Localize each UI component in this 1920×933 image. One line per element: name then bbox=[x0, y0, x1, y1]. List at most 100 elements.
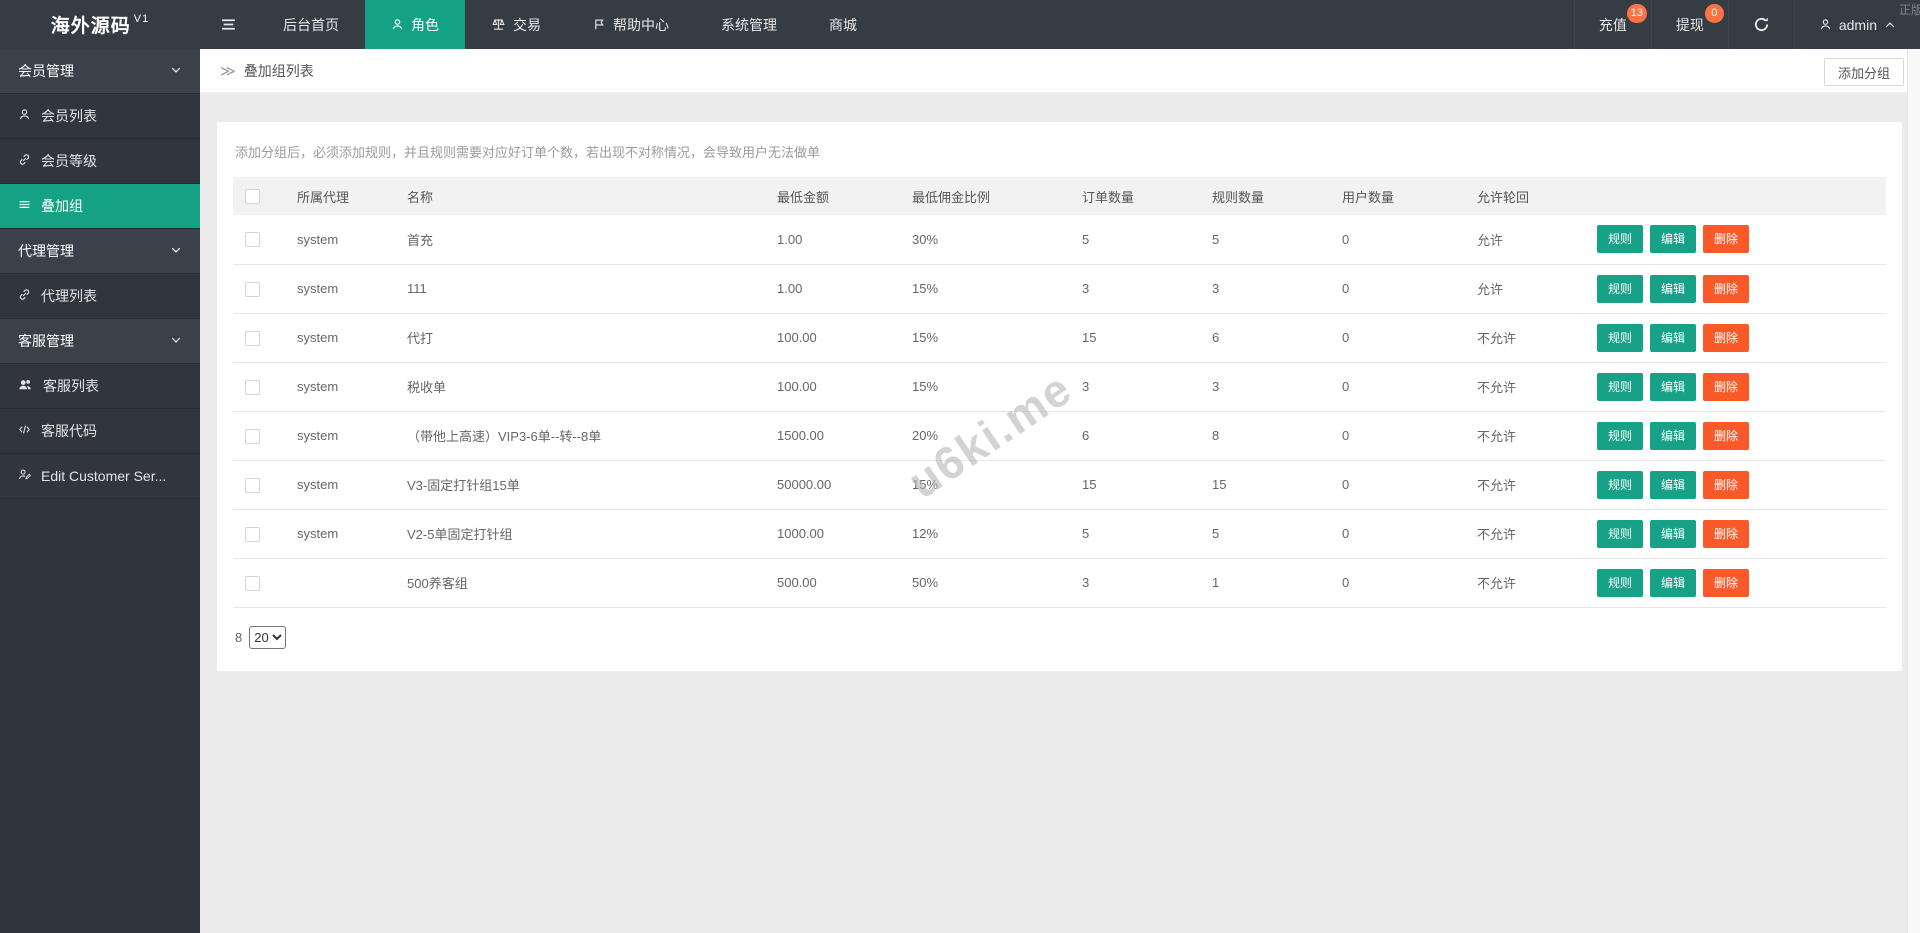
cell-commission: 15% bbox=[902, 313, 1072, 362]
nav-item-1[interactable]: 后台首页 bbox=[257, 0, 365, 49]
edit-button[interactable]: 编辑 bbox=[1650, 225, 1696, 253]
navbar-right: 充值 13 提现 0 admin bbox=[1574, 0, 1920, 49]
rule-button[interactable]: 规则 bbox=[1597, 324, 1643, 352]
table-row: systemV3-固定打针组15单50000.0015%15150不允许规则编辑… bbox=[233, 460, 1886, 509]
cell-rules: 3 bbox=[1202, 362, 1332, 411]
nav-item-3[interactable]: 交易 bbox=[465, 0, 567, 49]
sidebar-toggle-button[interactable] bbox=[200, 0, 257, 49]
refresh-button[interactable] bbox=[1728, 0, 1794, 49]
edit-button[interactable]: 编辑 bbox=[1650, 520, 1696, 548]
cell-loop: 不允许 bbox=[1467, 509, 1587, 558]
nav-item-label: 交易 bbox=[513, 15, 541, 35]
cell-rules: 5 bbox=[1202, 509, 1332, 558]
table-row: system（带他上高速）VIP3-6单--转--8单1500.0020%680… bbox=[233, 411, 1886, 460]
table-row: 500养客组500.0050%310不允许规则编辑删除 bbox=[233, 558, 1886, 607]
cell-orders: 5 bbox=[1072, 215, 1202, 264]
cell-agent bbox=[287, 558, 397, 607]
row-checkbox[interactable] bbox=[245, 576, 260, 591]
delete-button[interactable]: 删除 bbox=[1703, 373, 1749, 401]
rule-button[interactable]: 规则 bbox=[1597, 373, 1643, 401]
sidebar-item-8[interactable]: 客服列表 bbox=[0, 364, 200, 409]
sidebar-group-label: 代理管理 bbox=[18, 241, 74, 261]
withdraw-label: 提现 bbox=[1676, 15, 1704, 35]
main-content: ≫ 叠加组列表 添加分组 添加分组后，必须添加规则，并且规则需要对应好订单个数，… bbox=[200, 49, 1920, 933]
row-checkbox[interactable] bbox=[245, 527, 260, 542]
edit-button[interactable]: 编辑 bbox=[1650, 471, 1696, 499]
edit-button[interactable]: 编辑 bbox=[1650, 373, 1696, 401]
cell-name: V2-5单固定打针组 bbox=[397, 509, 767, 558]
app-logo-text: 海外源码 bbox=[51, 11, 131, 38]
rule-button[interactable]: 规则 bbox=[1597, 275, 1643, 303]
sidebar-item-6[interactable]: 代理列表 bbox=[0, 274, 200, 319]
nav-item-label: 后台首页 bbox=[283, 15, 339, 35]
nav-item-6[interactable]: 商城 bbox=[803, 0, 883, 49]
sidebar-item-2[interactable]: 会员列表 bbox=[0, 94, 200, 139]
sidebar-item-10[interactable]: Edit Customer Ser... bbox=[0, 454, 200, 499]
rule-button[interactable]: 规则 bbox=[1597, 422, 1643, 450]
delete-button[interactable]: 删除 bbox=[1703, 422, 1749, 450]
rule-button[interactable]: 规则 bbox=[1597, 471, 1643, 499]
table-row: systemV2-5单固定打针组1000.0012%550不允许规则编辑删除 bbox=[233, 509, 1886, 558]
delete-button[interactable]: 删除 bbox=[1703, 275, 1749, 303]
row-checkbox[interactable] bbox=[245, 282, 260, 297]
cell-users: 0 bbox=[1332, 558, 1467, 607]
recharge-button[interactable]: 充值 13 bbox=[1574, 0, 1651, 49]
delete-button[interactable]: 删除 bbox=[1703, 324, 1749, 352]
edit-button[interactable]: 编辑 bbox=[1650, 275, 1696, 303]
table-row: system1111.0015%330允许规则编辑删除 bbox=[233, 264, 1886, 313]
cell-commission: 15% bbox=[902, 460, 1072, 509]
sidebar-group-1[interactable]: 会员管理 bbox=[0, 49, 200, 94]
nav-item-4[interactable]: 帮助中心 bbox=[567, 0, 695, 49]
cell-min-amount: 50000.00 bbox=[767, 460, 902, 509]
cell-name: 首充 bbox=[397, 215, 767, 264]
cell-min-amount: 100.00 bbox=[767, 313, 902, 362]
row-checkbox[interactable] bbox=[245, 380, 260, 395]
page-size-select[interactable]: 20 bbox=[249, 626, 286, 649]
sidebar-group-7[interactable]: 客服管理 bbox=[0, 319, 200, 364]
row-checkbox[interactable] bbox=[245, 331, 260, 346]
delete-button[interactable]: 删除 bbox=[1703, 569, 1749, 597]
add-group-button[interactable]: 添加分组 bbox=[1824, 58, 1904, 86]
delete-button[interactable]: 删除 bbox=[1703, 471, 1749, 499]
sidebar-group-5[interactable]: 代理管理 bbox=[0, 229, 200, 274]
row-checkbox[interactable] bbox=[245, 232, 260, 247]
cell-name: V3-固定打针组15单 bbox=[397, 460, 767, 509]
withdraw-button[interactable]: 提现 0 bbox=[1651, 0, 1728, 49]
cell-users: 0 bbox=[1332, 313, 1467, 362]
sidebar-item-3[interactable]: 会员等级 bbox=[0, 139, 200, 184]
delete-button[interactable]: 删除 bbox=[1703, 520, 1749, 548]
sidebar-group-label: 会员管理 bbox=[18, 61, 74, 81]
sidebar-item-9[interactable]: 客服代码 bbox=[0, 409, 200, 454]
column-header: 规则数量 bbox=[1202, 177, 1332, 215]
cell-orders: 3 bbox=[1072, 264, 1202, 313]
sidebar-item-label: 代理列表 bbox=[41, 286, 97, 306]
rule-button[interactable]: 规则 bbox=[1597, 569, 1643, 597]
select-all-checkbox[interactable] bbox=[245, 189, 260, 204]
sidebar-item-label: 会员等级 bbox=[41, 151, 97, 171]
cell-loop: 不允许 bbox=[1467, 411, 1587, 460]
link-icon bbox=[18, 153, 31, 169]
hint-text: 添加分组后，必须添加规则，并且规则需要对应好订单个数，若出现不对称情况，会导致用… bbox=[233, 136, 1886, 177]
sidebar-item-4[interactable]: 叠加组 bbox=[0, 184, 200, 229]
edit-button[interactable]: 编辑 bbox=[1650, 569, 1696, 597]
rule-button[interactable]: 规则 bbox=[1597, 225, 1643, 253]
cell-orders: 5 bbox=[1072, 509, 1202, 558]
row-checkbox[interactable] bbox=[245, 429, 260, 444]
nav-item-2[interactable]: 角色 bbox=[365, 0, 465, 49]
username: admin bbox=[1839, 17, 1877, 33]
sidebar-item-label: 客服代码 bbox=[41, 421, 97, 441]
delete-button[interactable]: 删除 bbox=[1703, 225, 1749, 253]
cell-min-amount: 100.00 bbox=[767, 362, 902, 411]
cell-rules: 3 bbox=[1202, 264, 1332, 313]
nav-item-5[interactable]: 系统管理 bbox=[695, 0, 803, 49]
cell-loop: 不允许 bbox=[1467, 558, 1587, 607]
cell-actions: 规则编辑删除 bbox=[1587, 313, 1886, 362]
rule-button[interactable]: 规则 bbox=[1597, 520, 1643, 548]
chevron-up-icon bbox=[1884, 19, 1896, 31]
edit-button[interactable]: 编辑 bbox=[1650, 324, 1696, 352]
sidebar-item-label: 会员列表 bbox=[41, 106, 97, 126]
edit-button[interactable]: 编辑 bbox=[1650, 422, 1696, 450]
vertical-scrollbar[interactable] bbox=[1907, 49, 1920, 933]
cell-min-amount: 1.00 bbox=[767, 264, 902, 313]
row-checkbox[interactable] bbox=[245, 478, 260, 493]
